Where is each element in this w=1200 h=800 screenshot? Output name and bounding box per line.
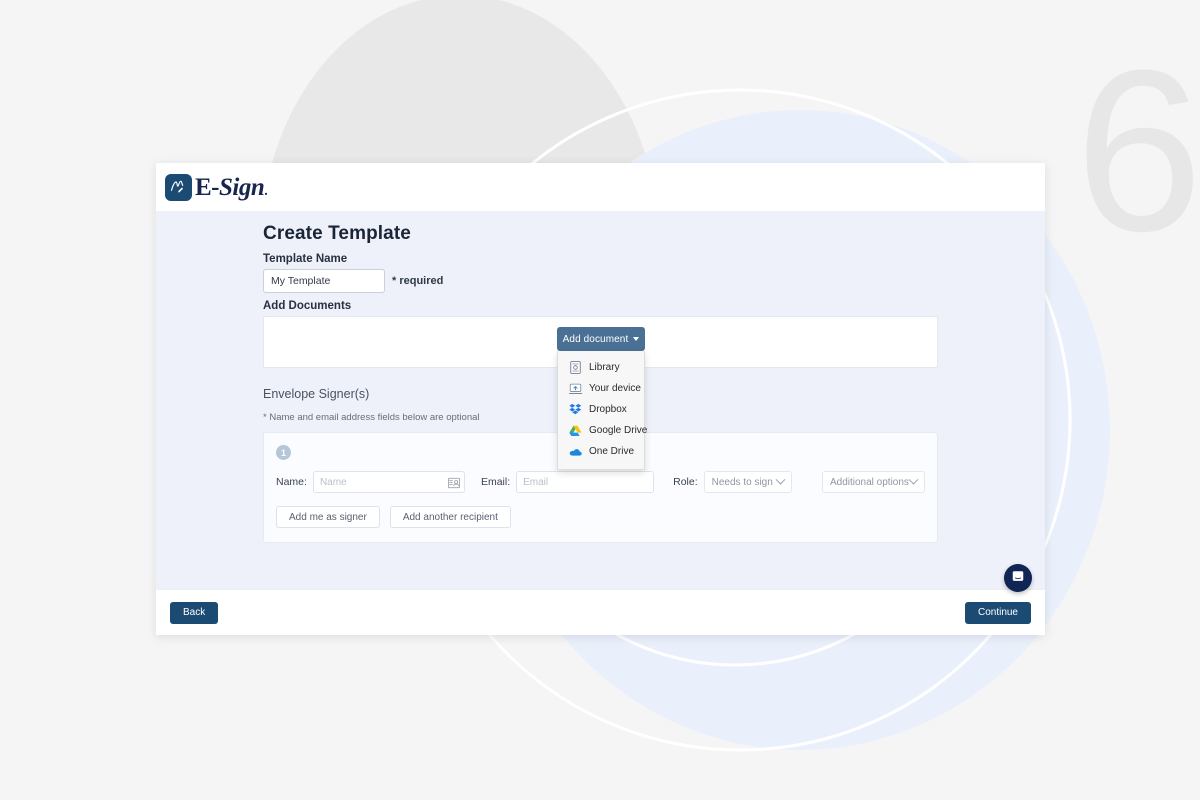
additional-options-select[interactable]: Additional options: [821, 471, 925, 493]
brand-logo[interactable]: E- Sign.: [165, 173, 268, 201]
onedrive-cloud-icon: [569, 445, 582, 458]
template-name-row: * required: [263, 269, 938, 293]
logo-text-secondary: Sign: [219, 173, 265, 201]
menu-item-label: Library: [589, 362, 620, 373]
chevron-down-icon: [775, 474, 786, 485]
template-name-label: Template Name: [263, 253, 348, 265]
menu-item-label: Dropbox: [589, 404, 627, 415]
app-footer: Back Continue: [156, 564, 1045, 635]
signer-action-buttons: Add me as signer Add another recipient: [276, 506, 925, 528]
app-body: Create Template Template Name * required…: [156, 211, 1045, 589]
menu-item-label: One Drive: [589, 446, 635, 457]
menu-item-label: Your device: [589, 383, 641, 394]
menu-item-google-drive[interactable]: Google Drive: [558, 420, 648, 441]
add-documents-label: Add Documents: [263, 300, 352, 312]
additional-options-value: Additional options: [829, 476, 909, 488]
name-label: Name:: [276, 476, 307, 488]
add-document-container: Add document Library Your device Dropbox…: [557, 327, 647, 470]
add-document-button-label: Add document: [562, 333, 629, 345]
content-container: Create Template Template Name * required…: [156, 223, 1045, 543]
brand-logo-text: E- Sign.: [195, 173, 268, 201]
role-label: Role:: [673, 476, 698, 488]
signer-number-badge: 1: [276, 445, 291, 460]
chevron-down-icon: [908, 474, 919, 485]
add-me-as-signer-button[interactable]: Add me as signer: [276, 506, 380, 528]
menu-item-library[interactable]: Library: [558, 357, 644, 378]
add-document-button[interactable]: Add document: [557, 327, 645, 351]
continue-button[interactable]: Continue: [964, 601, 1031, 624]
menu-item-one-drive[interactable]: One Drive: [558, 441, 644, 462]
back-button[interactable]: Back: [170, 601, 219, 624]
chevron-down-icon: [633, 337, 640, 341]
email-label: Email:: [480, 476, 511, 488]
documents-dropzone[interactable]: Add document Library Your device Dropbox…: [263, 316, 938, 470]
required-note: * required: [392, 275, 444, 287]
page-title: Create Template: [263, 223, 411, 244]
chat-bubble-icon: [1011, 569, 1025, 588]
add-another-recipient-button[interactable]: Add another recipient: [389, 506, 511, 528]
logo-text-dot: .: [264, 183, 268, 199]
google-drive-icon: [569, 424, 582, 437]
dropbox-icon: [569, 403, 582, 416]
laptop-upload-icon: [569, 382, 582, 395]
signer-role-select[interactable]: Needs to sign: [703, 471, 792, 493]
signer-name-input[interactable]: [312, 471, 465, 493]
name-input-wrapper: [312, 471, 465, 493]
contact-card-icon[interactable]: [447, 476, 460, 489]
chat-launcher-button[interactable]: [1004, 564, 1032, 592]
signer-fields-row: Name: Email:: [276, 471, 925, 493]
template-name-input[interactable]: [263, 269, 385, 293]
add-document-menu: Library Your device Dropbox Google Drive…: [557, 351, 648, 470]
logo-text-primary: E-: [195, 173, 220, 201]
background-watermark-number: 6: [1075, 22, 1200, 279]
signer-email-input[interactable]: [516, 471, 655, 493]
application-window: E-Sign. Create Template Template Name * …: [156, 163, 1045, 635]
app-header: E- Sign.: [156, 163, 1045, 211]
menu-item-your-device[interactable]: Your device: [558, 378, 644, 399]
signature-icon: [165, 173, 192, 201]
menu-item-label: Google Drive: [589, 425, 648, 436]
signer-role-value: Needs to sign: [711, 476, 773, 488]
menu-item-dropbox[interactable]: Dropbox: [558, 399, 644, 420]
library-document-icon: [569, 361, 582, 374]
